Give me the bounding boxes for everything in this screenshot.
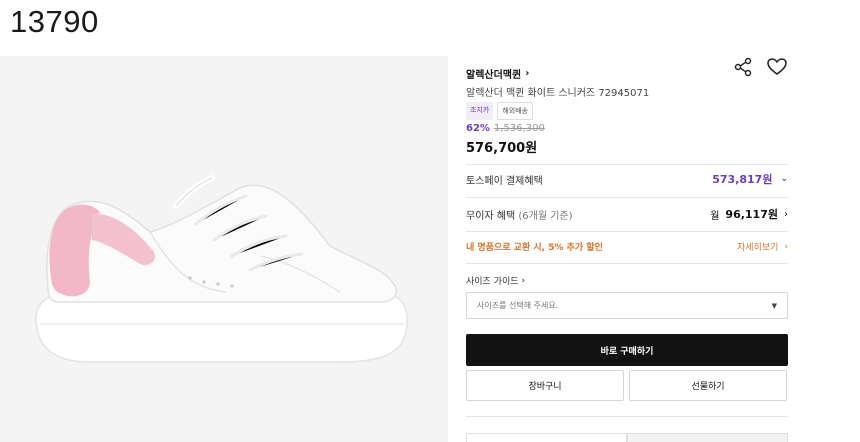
installment-amount: 96,117원 (725, 208, 778, 221)
toss-pay-benefit-row[interactable]: 토스페이 결제혜택 573,817원 ⌄ (466, 171, 788, 187)
badge-tag: 해외배송 (497, 102, 534, 120)
pay-benefit-label: 토스페이 결제혜택 (466, 175, 543, 187)
add-to-cart-button[interactable]: 장바구니 (466, 370, 624, 401)
sale-price: 576,700원 (466, 141, 538, 156)
divider (466, 263, 788, 264)
divider (466, 164, 788, 165)
share-icon[interactable] (732, 56, 754, 78)
installment-row[interactable]: 무이자 혜택 (6개월 기준) 월 96,117원 › (466, 206, 788, 222)
exchange-link-label: 자세히보기 (736, 243, 779, 253)
badge-list: 조지카 해외배송 (466, 102, 534, 120)
installment-label: 무이자 혜택 (466, 210, 516, 222)
exchange-details-link[interactable]: 자세히보기 › (736, 240, 788, 254)
brand-link[interactable]: 알렉산더맥퀸 › (466, 66, 529, 81)
pay-benefit-amount-wrap: 573,817원 ⌄ (712, 171, 788, 187)
size-guide-label: 사이즈 가이드 (466, 277, 519, 287)
product-title: 알렉산더 맥퀸 화이트 스니커즈 72945071 (466, 88, 650, 99)
caret-down-icon: ▼ (771, 301, 777, 310)
gift-button[interactable]: 선물하기 (629, 370, 787, 401)
tab-right[interactable] (627, 433, 788, 442)
divider (466, 416, 788, 417)
installment-prefix: 월 (710, 210, 720, 222)
chevron-right-icon: › (784, 208, 788, 220)
size-select[interactable]: 사이즈를 선택해 주세요. ▼ (466, 292, 788, 319)
product-image[interactable] (0, 56, 448, 442)
tab-left[interactable] (466, 433, 627, 442)
chevron-right-icon: › (784, 241, 788, 252)
chevron-down-icon: ⌄ (780, 174, 788, 184)
installment-label-wrap: 무이자 혜택 (6개월 기준) (466, 207, 573, 222)
sneaker-illustration (35, 175, 408, 363)
divider (466, 231, 788, 232)
chevron-right-icon: › (521, 275, 526, 286)
divider (466, 197, 788, 198)
buy-now-button[interactable]: 바로 구매하기 (466, 334, 788, 366)
pay-benefit-amount: 573,817원 (712, 173, 773, 186)
top-actions (732, 56, 788, 78)
original-price: 1,536,300 (493, 123, 545, 134)
image-id-label: 13790 (10, 4, 99, 39)
exchange-row: 내 명품으로 교환 시, 5% 추가 할인 자세히보기 › (466, 240, 788, 254)
exchange-promo-text: 내 명품으로 교환 시, 5% 추가 할인 (466, 243, 603, 253)
heart-icon[interactable] (766, 56, 788, 78)
detail-tabs (466, 433, 788, 442)
size-guide-link[interactable]: 사이즈 가이드 › (466, 274, 526, 288)
installment-amount-wrap: 월 96,117원 › (710, 206, 788, 222)
size-select-placeholder: 사이즈를 선택해 주세요. (477, 301, 559, 310)
installment-sub: (6개월 기준) (518, 210, 573, 222)
badge-tag: 조지카 (466, 102, 494, 120)
brand-name: 알렉산더맥퀸 (466, 70, 522, 81)
chevron-right-icon: › (525, 68, 530, 79)
price-discount-row: 62% 1,536,300 (466, 123, 545, 134)
discount-rate: 62% (466, 123, 490, 134)
